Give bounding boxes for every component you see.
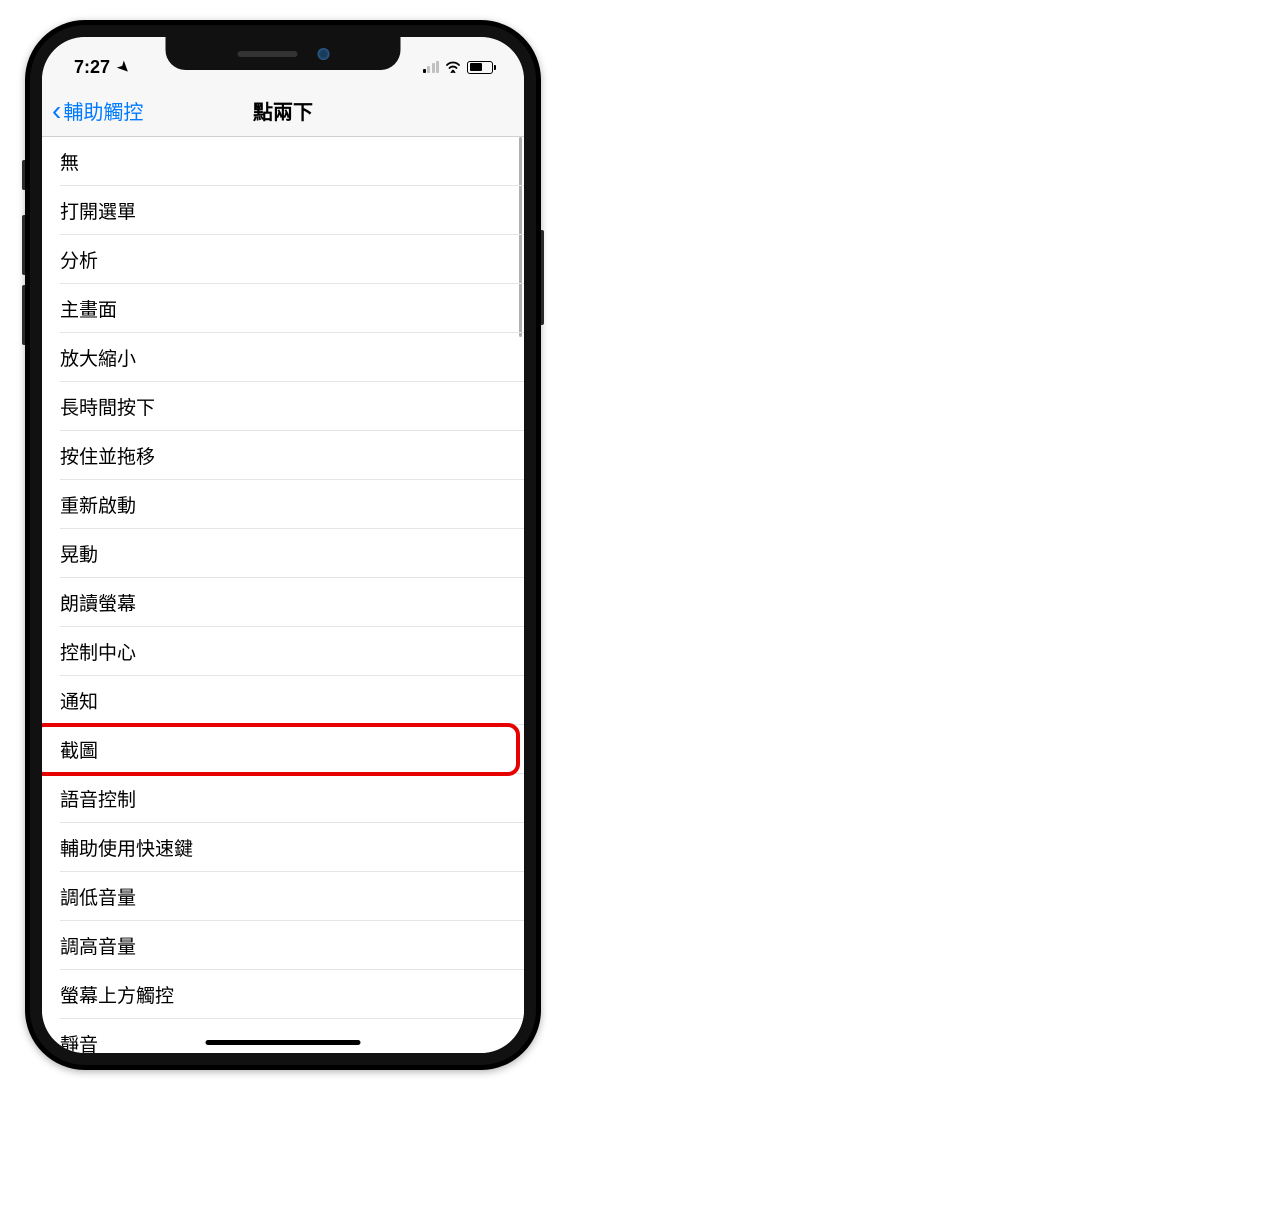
list-item-wrap: 按住並拖移 — [42, 431, 524, 480]
list-item-wrap: 通知 — [42, 676, 524, 725]
list-item[interactable]: 主畫面 — [60, 284, 524, 333]
list-item[interactable]: 通知 — [60, 676, 524, 725]
speaker-grill — [237, 51, 297, 57]
list-item[interactable]: 按住並拖移 — [60, 431, 524, 480]
list-item-label: 朗讀螢幕 — [60, 589, 136, 616]
location-arrow-icon: ➤ — [114, 57, 134, 77]
list-item-wrap: 放大縮小 — [42, 333, 524, 382]
list-item[interactable]: 語音控制 — [60, 774, 524, 823]
list-item[interactable]: 朗讀螢幕 — [60, 578, 524, 627]
list-item-label: 調低音量 — [60, 883, 136, 910]
list-item-label: 語音控制 — [60, 785, 136, 812]
list-item-label: 分析 — [60, 246, 98, 273]
chevron-left-icon: ‹ — [52, 95, 61, 127]
list-item-wrap: 分析 — [42, 235, 524, 284]
power-button — [541, 230, 544, 325]
battery-fill — [470, 63, 483, 71]
list-item[interactable]: 重新啟動 — [60, 480, 524, 529]
list-item-label: 通知 — [60, 687, 98, 714]
volume-down-button — [22, 285, 25, 345]
list-item[interactable]: 調低音量 — [60, 872, 524, 921]
home-indicator[interactable] — [206, 1040, 361, 1045]
list-item[interactable]: 靜音 — [60, 1019, 524, 1053]
list-item[interactable]: 輔助使用快速鍵 — [60, 823, 524, 872]
silence-switch — [22, 160, 25, 190]
signal-bar — [423, 69, 426, 73]
list-item[interactable]: 無 — [60, 137, 524, 186]
phone-screen: 7:27 ➤ — [30, 25, 536, 1065]
list-item-wrap: 截圖 — [42, 725, 524, 774]
list-item-wrap: 長時間按下 — [42, 382, 524, 431]
list-item-wrap: 語音控制 — [42, 774, 524, 823]
list-item-label: 重新啟動 — [60, 491, 136, 518]
list-item-wrap: 晃動 — [42, 529, 524, 578]
list-item[interactable]: 分析 — [60, 235, 524, 284]
volume-up-button — [22, 215, 25, 275]
list-item-wrap: 調低音量 — [42, 872, 524, 921]
battery-icon — [467, 61, 496, 74]
list-item-wrap: 打開選單 — [42, 186, 524, 235]
notch — [166, 37, 401, 70]
list-item-label: 輔助使用快速鍵 — [60, 834, 193, 861]
list-item-label: 調高音量 — [60, 932, 136, 959]
options-list[interactable]: 無打開選單分析主畫面放大縮小長時間按下按住並拖移重新啟動晃動朗讀螢幕控制中心通知… — [42, 137, 524, 1053]
list-item[interactable]: 螢幕上方觸控 — [60, 970, 524, 1019]
list-item-wrap: 重新啟動 — [42, 480, 524, 529]
signal-bar — [427, 66, 430, 73]
list-item-label: 靜音 — [60, 1030, 98, 1054]
status-time: 7:27 — [74, 57, 110, 78]
front-camera — [317, 48, 329, 60]
list-item-label: 長時間按下 — [60, 393, 155, 420]
signal-bar — [432, 63, 435, 73]
list-item-wrap: 調高音量 — [42, 921, 524, 970]
list-item-wrap: 朗讀螢幕 — [42, 578, 524, 627]
list-item-wrap: 螢幕上方觸控 — [42, 970, 524, 1019]
list-item-wrap: 主畫面 — [42, 284, 524, 333]
battery-tip — [494, 65, 496, 70]
status-right — [423, 61, 505, 74]
battery-body — [467, 61, 493, 74]
list-item-wrap: 控制中心 — [42, 627, 524, 676]
back-label: 輔助觸控 — [63, 96, 143, 125]
list-item-label: 螢幕上方觸控 — [60, 981, 174, 1008]
list-item-label: 晃動 — [60, 540, 98, 567]
list-item-label: 放大縮小 — [60, 344, 136, 371]
list-item-label: 無 — [60, 148, 79, 175]
nav-bar: ‹ 輔助觸控 點兩下 — [42, 85, 524, 137]
wifi-icon — [445, 61, 461, 73]
list-item-label: 截圖 — [60, 736, 98, 763]
list-item-wrap: 輔助使用快速鍵 — [42, 823, 524, 872]
cell-signal-icon — [423, 61, 440, 73]
list-item-label: 打開選單 — [60, 197, 136, 224]
list-item[interactable]: 放大縮小 — [60, 333, 524, 382]
list-item[interactable]: 調高音量 — [60, 921, 524, 970]
list-item[interactable]: 控制中心 — [60, 627, 524, 676]
list-item[interactable]: 晃動 — [60, 529, 524, 578]
phone-frame: 7:27 ➤ — [25, 20, 541, 1070]
list-item-label: 控制中心 — [60, 638, 136, 665]
list-item-label: 按住並拖移 — [60, 442, 155, 469]
back-button[interactable]: ‹ 輔助觸控 — [42, 95, 143, 127]
signal-bar — [436, 61, 439, 73]
list-item-label: 主畫面 — [60, 295, 117, 322]
status-left: 7:27 ➤ — [74, 57, 130, 78]
list-item[interactable]: 長時間按下 — [60, 382, 524, 431]
list-item[interactable]: 截圖 — [60, 725, 524, 774]
list-item-wrap: 靜音 — [42, 1019, 524, 1053]
list-item-wrap: 無 — [42, 137, 524, 186]
list-item[interactable]: 打開選單 — [60, 186, 524, 235]
